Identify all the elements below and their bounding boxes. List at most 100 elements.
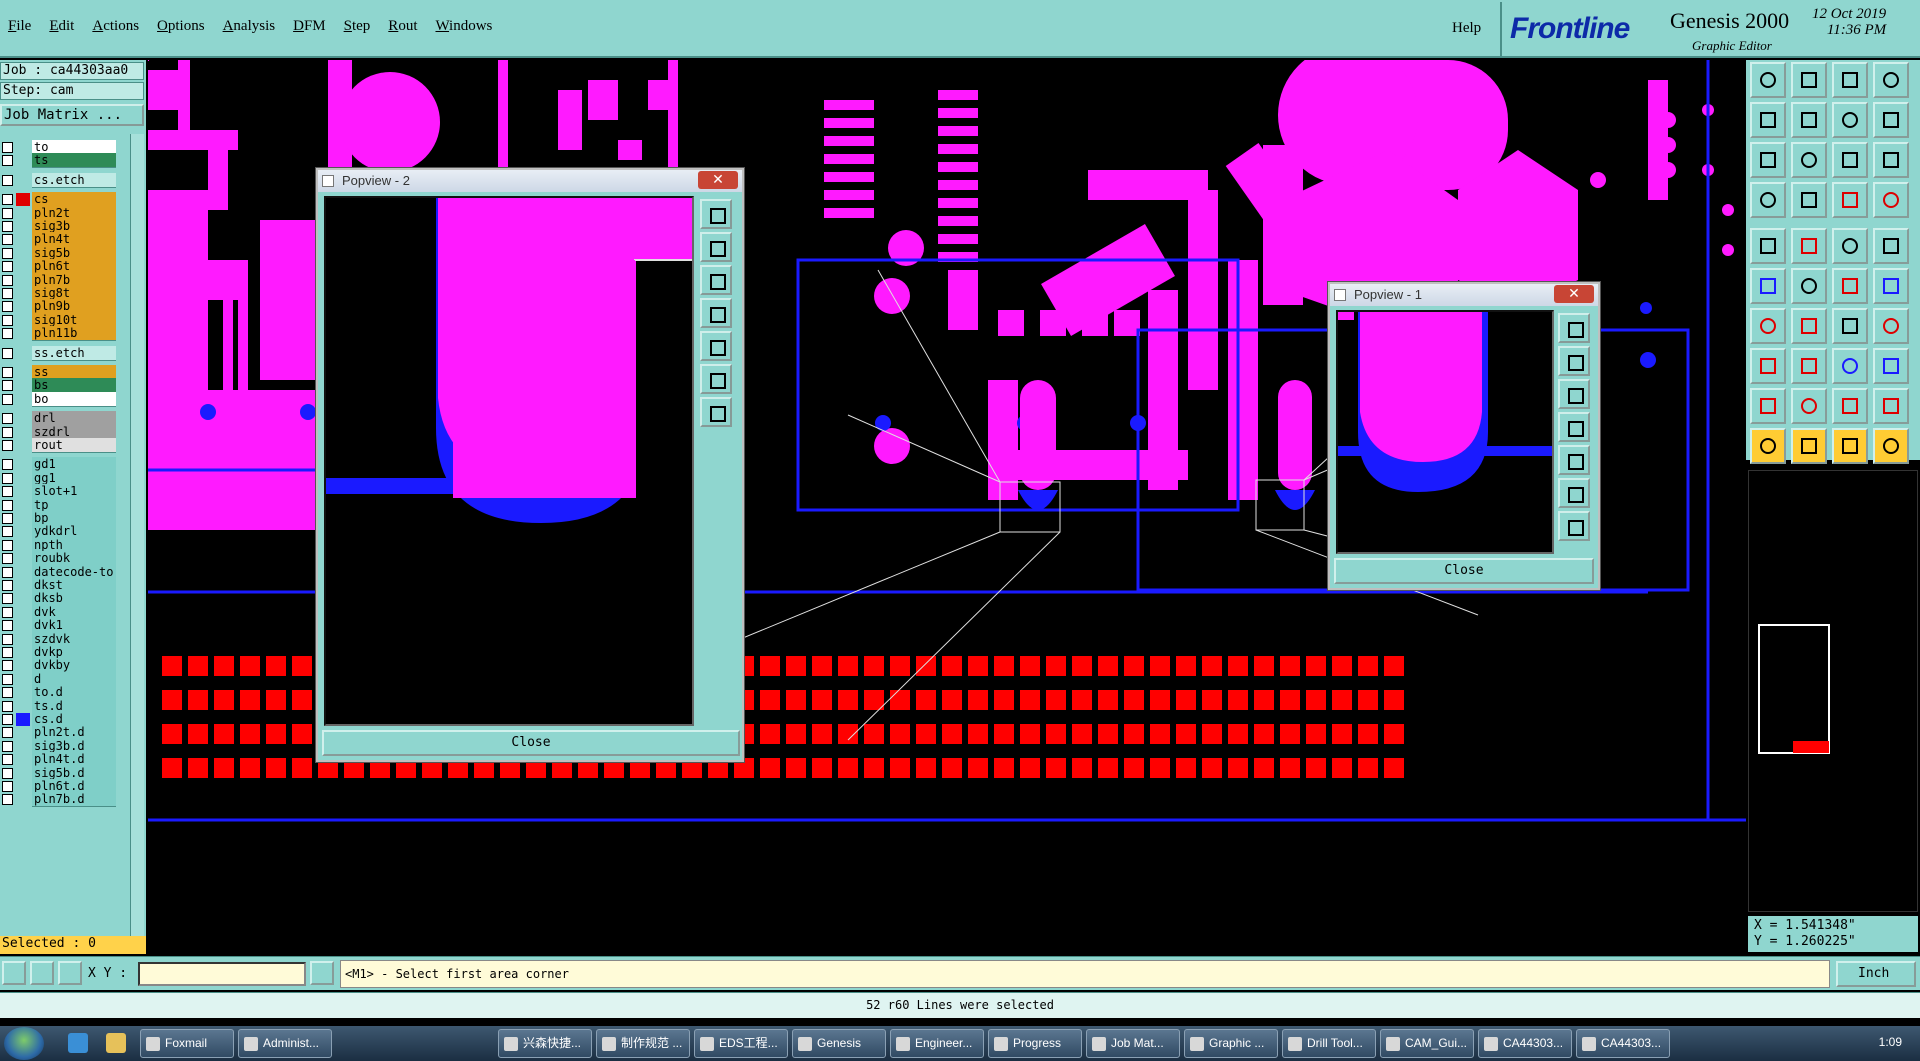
save-icon[interactable] — [1791, 62, 1827, 98]
popview-1-titlebar[interactable]: Popview - 1 ✕ — [1330, 284, 1598, 306]
net-icon[interactable] — [1750, 268, 1786, 304]
info-icon[interactable] — [1873, 142, 1909, 178]
layer-color-swatch[interactable] — [16, 379, 30, 392]
layer-checkbox[interactable] — [2, 687, 13, 699]
layer-checkbox[interactable] — [2, 234, 13, 246]
layer-checkbox[interactable] — [2, 393, 13, 405]
zoom-in-icon[interactable] — [1558, 346, 1590, 376]
taskbar-item[interactable]: Job Mat... — [1086, 1029, 1180, 1058]
layer-name[interactable]: bo — [32, 391, 116, 407]
layer-name[interactable]: cs.etch — [32, 172, 116, 188]
layers-icon[interactable] — [1873, 182, 1909, 218]
zoom-area-icon[interactable] — [1791, 142, 1827, 178]
layer-color-swatch[interactable] — [16, 174, 30, 187]
layer-checkbox[interactable] — [2, 486, 13, 498]
layer-color-swatch[interactable] — [16, 512, 30, 525]
layer-checkbox[interactable] — [2, 553, 13, 565]
popview-1-view[interactable] — [1336, 310, 1554, 554]
unit-selector[interactable]: Inch — [1836, 961, 1916, 987]
overview-map[interactable] — [1748, 470, 1918, 912]
layer-color-swatch[interactable] — [16, 499, 30, 512]
layer-name[interactable]: pln7b.d — [32, 792, 116, 808]
layer-row[interactable]: bo — [0, 391, 118, 407]
menu-file[interactable]: File — [8, 18, 31, 35]
layer-checkbox[interactable] — [2, 606, 13, 618]
copy-icon[interactable] — [1873, 348, 1909, 384]
zoom-home-icon[interactable] — [1750, 102, 1786, 138]
menu-windows[interactable]: Windows — [435, 18, 492, 35]
layer-checkbox[interactable] — [2, 207, 13, 219]
layer-row[interactable]: rout — [0, 438, 118, 453]
job-matrix-button[interactable]: Job Matrix ... — [0, 104, 144, 126]
menu-actions[interactable]: Actions — [92, 18, 139, 35]
layer-color-swatch[interactable] — [16, 673, 30, 686]
move-icon[interactable] — [1791, 348, 1827, 384]
xy-input[interactable] — [138, 962, 306, 986]
layer-color-swatch[interactable] — [16, 700, 30, 713]
layer-checkbox[interactable] — [2, 174, 13, 186]
layer-checkbox[interactable] — [2, 155, 13, 167]
layer-checkbox[interactable] — [2, 380, 13, 392]
layer-checkbox[interactable] — [2, 566, 13, 578]
layer-name[interactable]: ts — [32, 153, 116, 169]
flip-icon[interactable] — [1873, 308, 1909, 344]
layer-checkbox[interactable] — [2, 221, 13, 232]
popview-2-view[interactable] — [324, 196, 694, 726]
layer-color-swatch[interactable] — [16, 579, 30, 592]
layer-color-swatch[interactable] — [16, 412, 30, 425]
edit-pointer-icon[interactable] — [1832, 428, 1868, 464]
zoom-home-icon[interactable] — [1558, 313, 1590, 343]
layer-checkbox[interactable] — [2, 194, 13, 206]
menu-analysis[interactable]: Analysis — [223, 18, 276, 35]
layer-checkbox[interactable] — [2, 754, 13, 766]
add-pad-icon[interactable] — [1750, 348, 1786, 384]
popview-1-close-icon[interactable]: ✕ — [1554, 285, 1594, 303]
fit-icon[interactable] — [700, 364, 732, 394]
layer-color-swatch[interactable] — [16, 780, 30, 793]
taskbar-item[interactable]: Foxmail — [140, 1029, 234, 1058]
taskbar-item[interactable]: 制作规范 ... — [596, 1029, 690, 1058]
layer-color-swatch[interactable] — [16, 220, 30, 233]
layer-color-swatch[interactable] — [16, 260, 30, 273]
ratio-icon[interactable] — [1832, 142, 1868, 178]
zoom-out-icon[interactable] — [1791, 102, 1827, 138]
layer-scrollbar[interactable] — [130, 134, 144, 936]
snap-pointer-icon[interactable] — [1873, 428, 1909, 464]
layer-checkbox[interactable] — [2, 274, 13, 286]
layer-row[interactable]: ts — [0, 153, 118, 169]
pan-left-icon[interactable] — [1558, 412, 1590, 442]
pan-icon[interactable] — [1873, 102, 1909, 138]
pointer-icon[interactable] — [1750, 428, 1786, 464]
layer-checkbox[interactable] — [2, 472, 13, 484]
select-icon[interactable] — [1750, 228, 1786, 264]
layer-checkbox[interactable] — [2, 526, 13, 538]
layer-checkbox[interactable] — [2, 727, 13, 739]
popview-2-close-button[interactable]: Close — [322, 730, 740, 756]
rotate-icon[interactable] — [1832, 308, 1868, 344]
layer-checkbox[interactable] — [2, 593, 13, 605]
layer-checkbox[interactable] — [2, 740, 13, 752]
layer-row[interactable]: pln11b — [0, 326, 118, 342]
layer-checkbox[interactable] — [2, 440, 13, 451]
layer-checkbox[interactable] — [2, 794, 13, 806]
layer-color-swatch[interactable] — [16, 713, 30, 726]
layer-color-swatch[interactable] — [16, 566, 30, 579]
layer-row[interactable]: pln7b.d — [0, 792, 118, 808]
menu-edit[interactable]: Edit — [49, 18, 74, 35]
layer-checkbox[interactable] — [2, 513, 13, 524]
layer-checkbox[interactable] — [2, 647, 13, 658]
layer-row[interactable]: cs.etch — [0, 172, 118, 188]
layer-color-swatch[interactable] — [16, 740, 30, 753]
layer-color-swatch[interactable] — [16, 439, 30, 452]
layer-checkbox[interactable] — [2, 142, 13, 153]
layer-color-swatch[interactable] — [16, 207, 30, 220]
info-icon[interactable] — [310, 961, 334, 985]
layer-color-swatch[interactable] — [16, 233, 30, 246]
layer-color-swatch[interactable] — [16, 606, 30, 619]
taskbar-item[interactable]: Genesis — [792, 1029, 886, 1058]
layer-color-swatch[interactable] — [16, 393, 30, 406]
layer-checkbox[interactable] — [2, 459, 13, 471]
triangle-icon[interactable] — [1750, 388, 1786, 424]
layer-color-swatch[interactable] — [16, 458, 30, 471]
layer-color-swatch[interactable] — [16, 274, 30, 287]
